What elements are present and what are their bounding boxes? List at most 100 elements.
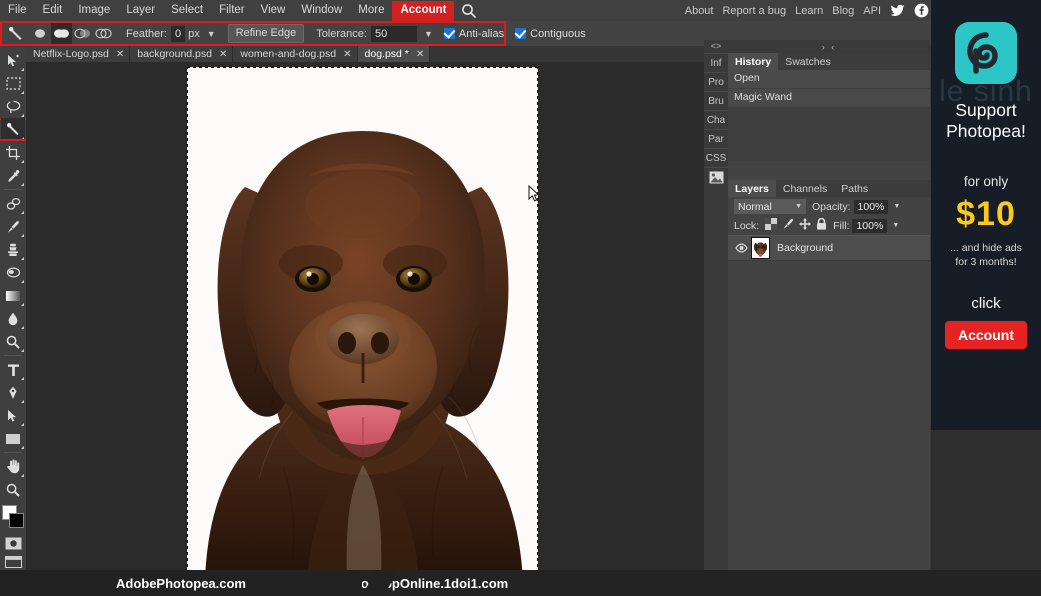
link-about[interactable]: About <box>685 5 714 17</box>
anti-alias-checkbox[interactable]: Anti-alias <box>443 28 504 40</box>
eraser-tool[interactable] <box>1 261 25 284</box>
tab-label: dog.psd * <box>364 48 409 60</box>
lock-all-icon[interactable] <box>816 217 827 235</box>
rectangular-marquee-tool[interactable] <box>1 72 25 95</box>
tab-paths[interactable]: Paths <box>834 180 876 197</box>
selection-mode-subtract[interactable] <box>72 23 93 44</box>
menu-layer[interactable]: Layer <box>118 1 163 21</box>
facebook-icon[interactable] <box>914 3 929 18</box>
spot-healing-brush-tool[interactable] <box>1 192 25 215</box>
eyedropper-tool[interactable] <box>1 164 25 187</box>
selection-mode-add[interactable] <box>51 23 72 44</box>
fill-dropdown-icon[interactable]: ▼ <box>892 222 899 229</box>
lock-buttons <box>765 217 827 235</box>
feather-input[interactable]: 0 <box>170 25 186 42</box>
pen-tool[interactable] <box>1 381 25 404</box>
blend-mode-select[interactable]: Normal ▼ <box>734 199 806 214</box>
menu-select[interactable]: Select <box>163 1 211 21</box>
layers-panel-tabs: Layers Channels Paths <box>728 180 930 197</box>
feather-dropdown-icon[interactable]: ▼ <box>207 29 216 39</box>
panel-tab-css[interactable]: CSS <box>704 148 728 167</box>
layer-visibility-icon[interactable] <box>733 243 749 253</box>
ad-account-button[interactable]: Account <box>945 321 1027 349</box>
lasso-tool[interactable] <box>1 95 25 118</box>
menu-more[interactable]: More <box>350 1 392 21</box>
tab-background[interactable]: background.psd ✕ <box>130 46 234 62</box>
tab-layers[interactable]: Layers <box>728 180 776 197</box>
quick-mask-icon[interactable] <box>2 535 24 551</box>
selection-mode-new[interactable] <box>30 23 51 44</box>
refine-edge-button[interactable]: Refine Edge <box>227 24 305 43</box>
link-report-a-bug[interactable]: Report a bug <box>722 5 786 17</box>
search-icon[interactable] <box>460 2 478 20</box>
menu-filter[interactable]: Filter <box>211 1 253 21</box>
tab-swatches[interactable]: Swatches <box>778 53 838 70</box>
tool-expand-icon <box>21 377 24 380</box>
close-icon[interactable]: ✕ <box>343 49 351 60</box>
clone-stamp-tool[interactable] <box>1 238 25 261</box>
lock-position-icon[interactable] <box>799 217 812 235</box>
tab-channels[interactable]: Channels <box>775 180 835 197</box>
menu-account[interactable]: Account <box>392 0 455 21</box>
link-api[interactable]: API <box>863 5 881 17</box>
magic-wand-icon[interactable] <box>4 23 28 45</box>
twitter-icon[interactable] <box>890 3 905 18</box>
panel-expand-icon[interactable]: <> <box>711 40 722 53</box>
panel-tab-info[interactable]: Inf <box>704 53 728 72</box>
opacity-dropdown-icon[interactable]: ▼ <box>893 203 900 210</box>
background-color-swatch[interactable] <box>9 513 24 528</box>
selection-mode-intersect[interactable] <box>93 23 114 44</box>
contiguous-checkbox[interactable]: Contiguous <box>515 28 586 40</box>
document-canvas[interactable] <box>187 67 538 579</box>
lock-transparency-icon[interactable] <box>765 217 778 235</box>
menu-window[interactable]: Window <box>293 1 350 21</box>
selection-mode-group <box>30 23 114 44</box>
tab-history[interactable]: History <box>728 53 779 70</box>
zoom-tool[interactable] <box>1 478 25 501</box>
panel-tab-character[interactable]: Cha <box>704 110 728 129</box>
path-selection-tool[interactable] <box>1 404 25 427</box>
hand-tool[interactable] <box>1 455 25 478</box>
color-swatches[interactable] <box>1 505 25 531</box>
shape-tool[interactable] <box>1 427 25 450</box>
magic-wand-tool[interactable] <box>1 118 25 141</box>
brush-tool[interactable] <box>1 215 25 238</box>
panel-tab-brushes[interactable]: Bru <box>704 91 728 110</box>
menu-view[interactable]: View <box>253 1 294 21</box>
lock-image-icon[interactable] <box>782 217 794 235</box>
tab-netflix-logo[interactable]: Netflix-Logo.psd ✕ <box>26 46 131 62</box>
history-item-magic-wand[interactable]: Magic Wand <box>728 89 930 107</box>
tool-expand-icon <box>21 211 24 214</box>
close-icon[interactable]: ✕ <box>219 49 227 60</box>
layer-thumbnail <box>751 237 770 259</box>
panel-tab-image-icon[interactable] <box>704 167 728 186</box>
dodge-tool[interactable] <box>1 330 25 353</box>
close-icon[interactable]: ✕ <box>416 49 424 60</box>
close-icon[interactable]: ✕ <box>116 49 124 60</box>
history-item-open[interactable]: Open <box>728 70 930 88</box>
tab-women-and-dog[interactable]: women-and-dog.psd ✕ <box>233 46 358 62</box>
crop-tool[interactable] <box>1 141 25 164</box>
type-tool[interactable] <box>1 358 25 381</box>
link-learn[interactable]: Learn <box>795 5 823 17</box>
gradient-tool[interactable] <box>1 284 25 307</box>
blur-tool[interactable] <box>1 307 25 330</box>
tab-dog[interactable]: dog.psd * ✕ <box>357 46 431 62</box>
panel-tab-properties[interactable]: Pro <box>704 72 728 91</box>
link-blog[interactable]: Blog <box>832 5 854 17</box>
move-tool[interactable] <box>1 49 25 72</box>
opacity-value[interactable]: 100% <box>853 199 889 214</box>
menu-file[interactable]: File <box>0 1 35 21</box>
tolerance-input[interactable]: 50 <box>370 25 417 42</box>
panel-tab-paragraph[interactable]: Par <box>704 129 728 148</box>
support-photopea-ad[interactable]: le sinh Support Photopea! for only $10 .… <box>931 0 1041 430</box>
panel-collapse-icon[interactable]: › ‹ <box>728 40 930 53</box>
menu-edit[interactable]: Edit <box>35 1 71 21</box>
screen-mode-icon[interactable] <box>2 554 24 570</box>
fill-value[interactable]: 100% <box>852 218 888 233</box>
history-entries-list[interactable]: Open Magic Wand <box>728 70 930 161</box>
layer-row-background[interactable]: Background <box>728 235 930 261</box>
tolerance-dropdown-icon[interactable]: ▼ <box>424 29 433 39</box>
menu-image[interactable]: Image <box>70 1 118 21</box>
canvas-area[interactable]: le sinh <box>26 62 704 596</box>
